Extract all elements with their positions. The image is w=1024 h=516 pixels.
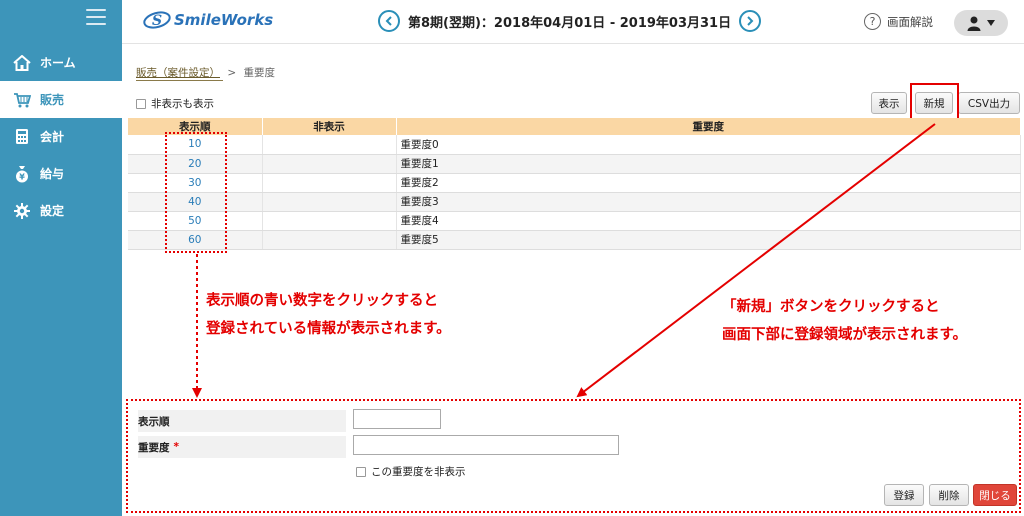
right-annotation: 「新規」ボタンをクリックすると 画面下部に登録領域が表示されます。 [722,293,967,349]
hide-importance-label: この重要度を非表示 [371,466,466,478]
right-annotation-line1: 「新規」ボタンをクリックすると [722,299,940,315]
importance-label-text: 重要度 [138,441,170,454]
left-annotation-line2: 登録されている情報が表示されます。 [206,321,451,337]
left-annotation-line1: 表示順の青い数字をクリックすると [206,293,438,309]
order-label-text: 表示順 [138,415,170,428]
registration-form: 表示順 重要度 * この重要度を非表示 登録 削除 閉じる [126,399,1021,513]
order-label: 表示順 [138,410,346,432]
importance-label: 重要度 * [138,436,346,458]
hide-importance-option: この重要度を非表示 [356,464,466,479]
required-mark: * [173,441,180,453]
diagonal-arrow [576,123,936,398]
left-annotation: 表示順の青い数字をクリックすると 登録されている情報が表示されます。 [206,287,451,343]
delete-button[interactable]: 削除 [929,484,969,506]
register-button[interactable]: 登録 [884,484,924,506]
right-annotation-line2: 画面下部に登録領域が表示されます。 [722,327,968,343]
order-input[interactable] [353,409,441,429]
close-button[interactable]: 閉じる [973,484,1017,506]
hide-importance-checkbox[interactable] [356,466,366,477]
importance-input[interactable] [353,435,619,455]
